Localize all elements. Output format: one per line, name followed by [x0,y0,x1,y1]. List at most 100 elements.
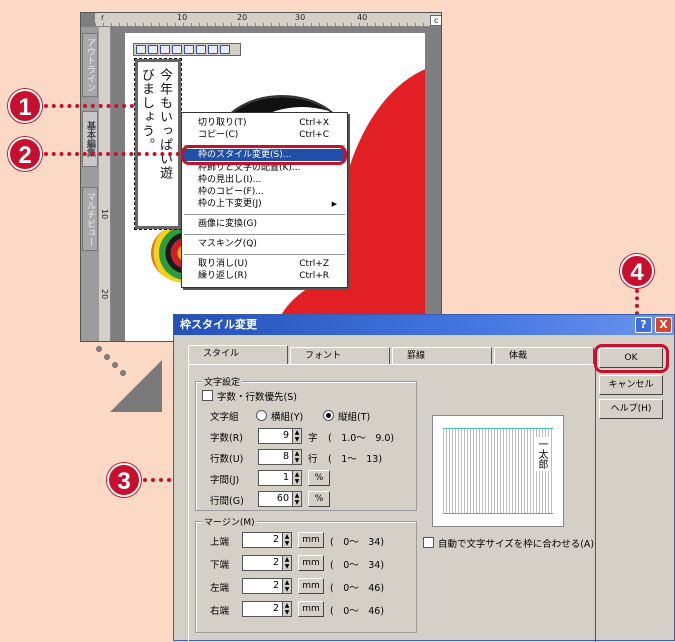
char-settings-group: 文字設定 字数・行数優先(S) 文字組 横組(Y) 縦組(T) 字数(R) 9 … [195,375,417,511]
callout-badge-1: 1 [8,89,42,123]
tab-style[interactable]: スタイル [188,345,288,365]
menu-item-redo[interactable]: 繰り返し(R) Ctrl+R [198,270,343,282]
ruler-mark: 20 [100,289,109,300]
margin-right-unit-button[interactable]: mm [298,601,324,617]
margin-left-label: 左端 [210,583,230,594]
line-spacing-unit-button[interactable]: % [308,491,330,507]
vertical-radio-label: 縦組(T) [338,412,371,423]
toolbar-icon[interactable] [172,45,182,54]
char-count-unit: 字 [308,433,318,444]
spinner-arrows-icon[interactable]: ▲ ▼ [292,470,302,486]
help-icon[interactable]: ? [635,317,652,333]
margin-left-input[interactable]: 2 [242,578,282,594]
margin-top-range: ( 0〜 34) [330,537,385,548]
line-count-range: ( 1〜 13) [328,454,383,465]
margin-right-label: 右端 [210,606,230,617]
highlight-ring [181,145,347,165]
frame-text: びましょう。 [139,68,154,152]
margin-bottom-unit-button[interactable]: mm [298,555,324,571]
side-tab-basic-edit[interactable]: 基本編集 [82,111,98,167]
spinner-arrows-icon[interactable]: ▲ ▼ [292,428,302,444]
autofit-checkbox-label: 自動で文字サイズを枠に合わせる(A) [438,539,595,550]
text-frame[interactable]: 今年もいっぱい遊 びましょう。 [134,58,182,230]
char-spacing-label: 字間(J) [210,475,240,486]
line-count-input[interactable]: 8 [258,449,292,465]
menu-item-masking[interactable]: マスキング(Q) [198,238,343,250]
menu-item-frame-heading[interactable]: 枠の見出し(I)... [198,174,343,186]
margin-top-input[interactable]: 2 [242,532,282,548]
toolbar-icon[interactable] [220,45,230,54]
callout-badge-4: 4 [620,254,654,288]
context-menu: 切り取り(T) Ctrl+X コピー(C) Ctrl+C 枠のスタイル変更(S)..… [181,112,348,288]
priority-checkbox[interactable] [202,390,213,401]
margin-group: マージン(M) 上端 2 ▲ ▼ mm ( 0〜 34) 下端 2 ▲ ▼ mm (… [195,515,417,633]
ruler-mark: 10 [100,209,109,220]
callout-badge-2: 2 [8,137,42,171]
ruler-mark: 40 [357,13,368,22]
toolbar-icon[interactable] [148,45,158,54]
toolbar-icon[interactable] [208,45,218,54]
horizontal-ruler: r 10 20 30 40 c [95,13,441,27]
tab-font[interactable]: フォント [290,347,390,365]
menu-separator [184,254,345,255]
menu-item-undo[interactable]: 取り消し(U) Ctrl+Z [198,258,343,270]
tab-layout[interactable]: 体裁 [494,347,594,365]
toolbar-icon[interactable] [136,45,146,54]
toolbar-icon[interactable] [160,45,170,54]
ruler-mark: c [430,15,441,26]
char-spacing-input[interactable]: 1 [258,470,292,486]
vertical-radio[interactable] [323,410,334,421]
callout-leader [44,152,180,156]
menu-separator [184,234,345,235]
ruler-mark: 20 [237,13,248,22]
side-tab-outline[interactable]: アウトライン [82,33,98,97]
tab-border[interactable]: 罫線 [392,347,492,365]
margin-bottom-input[interactable]: 2 [242,555,282,571]
horizontal-radio[interactable] [256,410,267,421]
menu-item-cut[interactable]: 切り取り(T) Ctrl+X [198,117,343,129]
menu-item-frame-order[interactable]: 枠の上下変更(J) ▶ [198,198,343,210]
direction-label: 文字組 [210,412,239,423]
menu-item-copy[interactable]: コピー(C) Ctrl+C [198,129,343,141]
margin-top-unit-button[interactable]: mm [298,532,324,548]
menu-item-frame-copy[interactable]: 枠のコピー(F)... [198,186,343,198]
spinner-arrows-icon[interactable]: ▲ ▼ [282,601,292,617]
margin-right-input[interactable]: 2 [242,601,282,617]
cancel-button[interactable]: キャンセル [599,375,663,395]
line-count-unit: 行 [308,454,318,465]
dialog-tabs: スタイル フォント 罫線 体裁 [188,345,594,365]
frame-style-dialog: 枠スタイル変更 ? X スタイル フォント 罫線 体裁 文字設定 字数・行数優先… [173,314,675,642]
line-spacing-input[interactable]: 60 [258,491,292,507]
side-tab-multi-view[interactable]: マルチビュー [82,187,98,251]
frame-toolbar [133,43,241,56]
toolbar-icon[interactable] [184,45,194,54]
spinner-arrows-icon[interactable]: ▲ ▼ [282,578,292,594]
arrow-head [110,360,162,412]
spinner-arrows-icon[interactable]: ▲ ▼ [292,449,302,465]
spinner-arrows-icon[interactable]: ▲ ▼ [292,491,302,507]
char-count-input[interactable]: 9 [258,428,292,444]
dialog-title-bar[interactable]: 枠スタイル変更 ? X [174,315,674,335]
close-icon[interactable]: X [655,317,672,333]
menu-item-convert-image[interactable]: 画像に変換(G) [198,218,343,230]
line-spacing-label: 行間(G) [210,496,244,507]
margin-bottom-range: ( 0〜 34) [330,560,385,571]
char-count-range: ( 1.0〜 9.0) [328,433,395,444]
toolbar-icon[interactable] [196,45,206,54]
char-spacing-unit-button[interactable]: % [308,470,330,486]
spinner-arrows-icon[interactable]: ▲ ▼ [282,555,292,571]
group-title: マージン(M) [202,515,257,528]
priority-checkbox-label: 字数・行数優先(S) [217,392,297,403]
autofit-checkbox[interactable] [423,537,434,548]
frame-text: 今年もいっぱい遊 [157,68,172,180]
ruler-mark: 10 [177,13,188,22]
help-button[interactable]: ヘルプ(H) [599,399,663,419]
margin-left-unit-button[interactable]: mm [298,578,324,594]
side-tabs: アウトライン 基本編集 マルチビュー [81,27,99,341]
char-count-label: 字数(R) [210,433,244,444]
spinner-arrows-icon[interactable]: ▲ ▼ [282,532,292,548]
menu-separator [184,214,345,215]
dialog-title: 枠スタイル変更 [180,318,257,331]
frame-preview: 一太郎 [432,415,564,527]
submenu-arrow-icon: ▶ [331,200,337,208]
